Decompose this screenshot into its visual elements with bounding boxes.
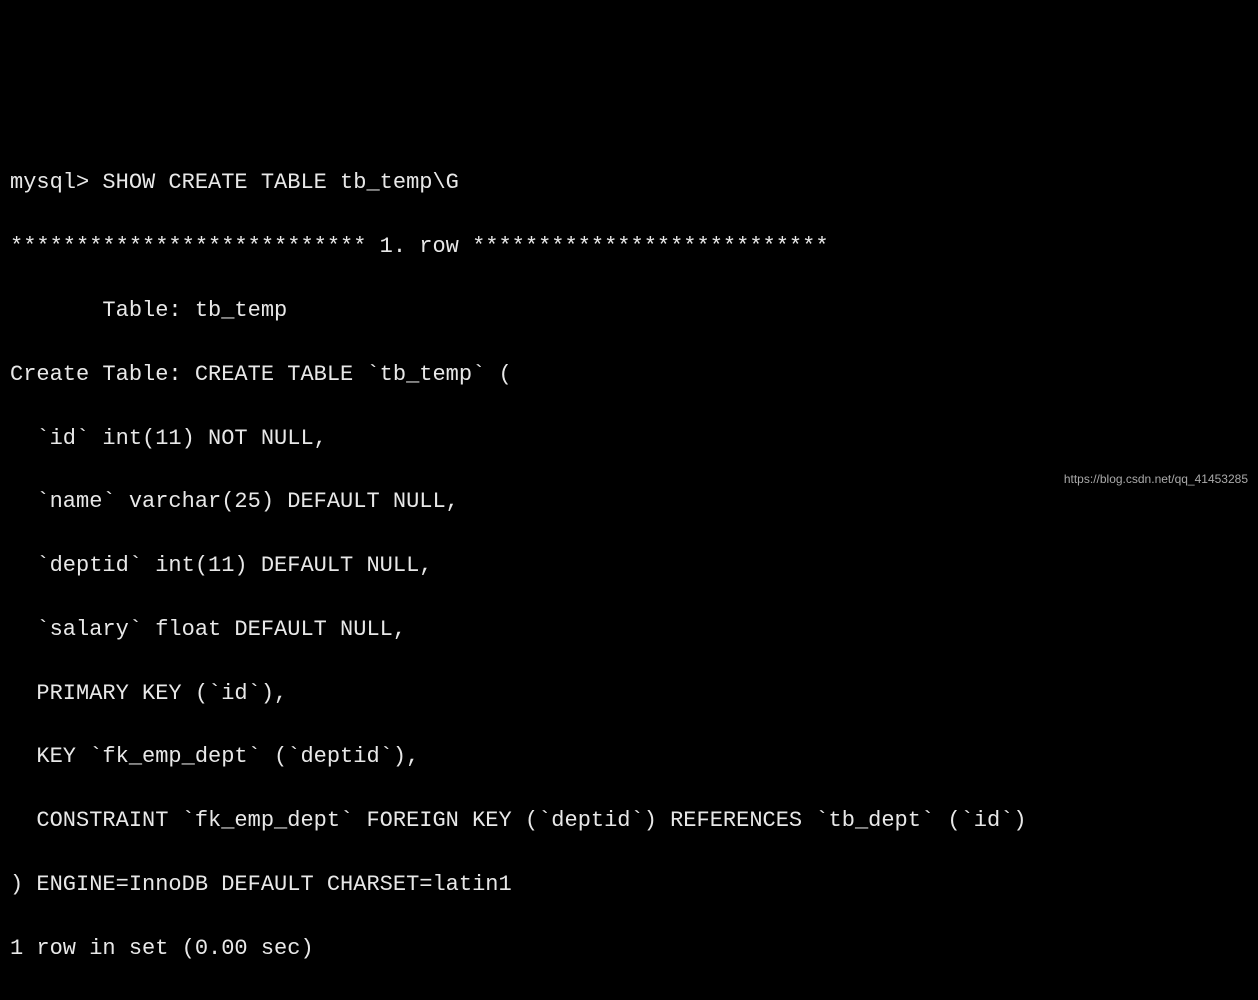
terminal-line-prompt: mysql> SHOW CREATE TABLE tb_temp\G xyxy=(10,167,1248,199)
terminal-line-column-id: `id` int(11) NOT NULL, xyxy=(10,423,1248,455)
watermark-text: https://blog.csdn.net/qq_41453285 xyxy=(1064,471,1248,488)
terminal-line-table-name: Table: tb_temp xyxy=(10,295,1248,327)
terminal-line-create-table: Create Table: CREATE TABLE `tb_temp` ( xyxy=(10,359,1248,391)
terminal-output: mysql> SHOW CREATE TABLE tb_temp\G *****… xyxy=(10,136,1248,997)
terminal-line-engine: ) ENGINE=InnoDB DEFAULT CHARSET=latin1 xyxy=(10,869,1248,901)
terminal-line-column-salary: `salary` float DEFAULT NULL, xyxy=(10,614,1248,646)
terminal-line-row-separator: *************************** 1. row *****… xyxy=(10,231,1248,263)
terminal-line-column-name: `name` varchar(25) DEFAULT NULL, xyxy=(10,486,1248,518)
terminal-line-constraint: CONSTRAINT `fk_emp_dept` FOREIGN KEY (`d… xyxy=(10,805,1248,837)
terminal-line-primary-key: PRIMARY KEY (`id`), xyxy=(10,678,1248,710)
terminal-line-key: KEY `fk_emp_dept` (`deptid`), xyxy=(10,741,1248,773)
terminal-line-result: 1 row in set (0.00 sec) xyxy=(10,933,1248,965)
terminal-line-column-deptid: `deptid` int(11) DEFAULT NULL, xyxy=(10,550,1248,582)
